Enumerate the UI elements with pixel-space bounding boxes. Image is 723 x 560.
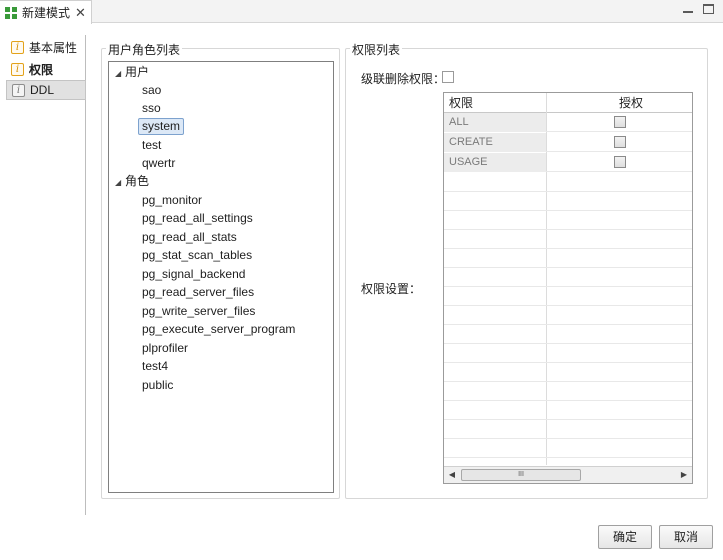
- empty-row: [444, 306, 692, 325]
- empty-row: [444, 211, 692, 230]
- info-icon: i: [12, 83, 25, 97]
- empty-row: [444, 325, 692, 344]
- info-icon: i: [11, 40, 24, 54]
- tree-item[interactable]: pg_signal_backend: [142, 265, 245, 283]
- nav-item-basic[interactable]: i 基本属性: [6, 37, 86, 57]
- permission-table: 权限 授权 ALL CREATE USAGE ◀ III ▶: [443, 92, 693, 484]
- table-row[interactable]: USAGE: [444, 153, 692, 172]
- cell-permission: ALL: [444, 113, 546, 132]
- close-icon[interactable]: ✕: [75, 6, 86, 19]
- user-role-title: 用户角色列表: [106, 41, 183, 58]
- maximize-icon[interactable]: [703, 4, 714, 14]
- tree-node-users[interactable]: ◢ 用户: [115, 63, 149, 81]
- empty-row: [444, 401, 692, 420]
- tree-item[interactable]: qwertr: [142, 154, 175, 172]
- expand-arrow-icon[interactable]: ◢: [115, 174, 125, 192]
- tree-item[interactable]: test4: [142, 357, 168, 375]
- editor-tab[interactable]: 新建模式 ✕: [0, 0, 92, 24]
- cascade-checkbox[interactable]: [442, 71, 454, 83]
- empty-row: [444, 268, 692, 287]
- tree-node-label: 角色: [125, 174, 150, 188]
- empty-row: [444, 363, 692, 382]
- tree-item-selected[interactable]: system: [138, 118, 185, 135]
- empty-row: [444, 192, 692, 211]
- empty-row: [444, 344, 692, 363]
- tab-title: 新建模式: [22, 6, 71, 20]
- tree-item[interactable]: plprofiler: [142, 339, 188, 357]
- permission-title: 权限列表: [350, 41, 403, 58]
- tree-item[interactable]: sso: [142, 99, 161, 117]
- user-role-tree[interactable]: ◢ 用户 sao sso system test qwertr ◢ 角色 pg_mo…: [108, 61, 334, 493]
- tree-item[interactable]: pg_read_all_stats: [142, 228, 237, 246]
- grant-checkbox[interactable]: [614, 116, 626, 128]
- tree-item[interactable]: pg_monitor: [142, 191, 202, 209]
- empty-row: [444, 287, 692, 306]
- grant-checkbox[interactable]: [614, 156, 626, 168]
- nav-item-ddl[interactable]: i DDL: [6, 80, 86, 100]
- column-header-permission[interactable]: 权限: [449, 93, 473, 113]
- grid-icon: [5, 6, 17, 19]
- tree-item[interactable]: pg_read_server_files: [142, 283, 254, 301]
- nav-item-label: 权限: [29, 62, 54, 77]
- scroll-right-icon[interactable]: ▶: [678, 469, 690, 481]
- tree-item[interactable]: pg_stat_scan_tables: [142, 246, 252, 264]
- column-header-grant[interactable]: 授权: [619, 93, 643, 113]
- nav-item-permissions[interactable]: i 权限: [6, 59, 86, 79]
- cancel-button[interactable]: 取消: [659, 525, 713, 549]
- cascade-label: 级联删除权限：: [361, 72, 446, 86]
- grant-checkbox[interactable]: [614, 136, 626, 148]
- tree-item[interactable]: pg_execute_server_program: [142, 320, 295, 338]
- tree-item[interactable]: pg_read_all_settings: [142, 209, 253, 227]
- tree-node-roles[interactable]: ◢ 角色: [115, 172, 149, 190]
- empty-row: [444, 249, 692, 268]
- editor-tab-bar: [0, 0, 723, 23]
- table-row[interactable]: CREATE: [444, 133, 692, 152]
- scroll-left-icon[interactable]: ◀: [446, 469, 458, 481]
- tree-item[interactable]: public: [142, 376, 173, 394]
- cell-permission: CREATE: [444, 133, 546, 152]
- settings-label: 权限设置：: [361, 282, 422, 296]
- empty-row: [444, 382, 692, 401]
- nav-item-label: DDL: [30, 83, 55, 97]
- cell-permission: USAGE: [444, 153, 546, 172]
- tree-item[interactable]: pg_write_server_files: [142, 302, 255, 320]
- tree-node-label: 用户: [125, 65, 150, 79]
- empty-row: [444, 173, 692, 192]
- empty-row: [444, 439, 692, 458]
- table-header: 权限 授权: [444, 93, 692, 113]
- ok-button[interactable]: 确定: [598, 525, 652, 549]
- info-icon: i: [11, 62, 24, 76]
- side-nav: i 基本属性 i 权限 i DDL: [6, 35, 86, 515]
- expand-arrow-icon[interactable]: ◢: [115, 65, 125, 83]
- empty-row: [444, 230, 692, 249]
- tree-item[interactable]: sao: [142, 81, 161, 99]
- nav-item-label: 基本属性: [29, 40, 78, 55]
- empty-row: [444, 420, 692, 439]
- horizontal-scrollbar[interactable]: ◀ III ▶: [444, 466, 692, 483]
- scroll-thumb[interactable]: III: [461, 469, 581, 481]
- tree-item[interactable]: test: [142, 136, 161, 154]
- table-row[interactable]: ALL: [444, 113, 692, 132]
- minimize-icon[interactable]: [683, 5, 693, 13]
